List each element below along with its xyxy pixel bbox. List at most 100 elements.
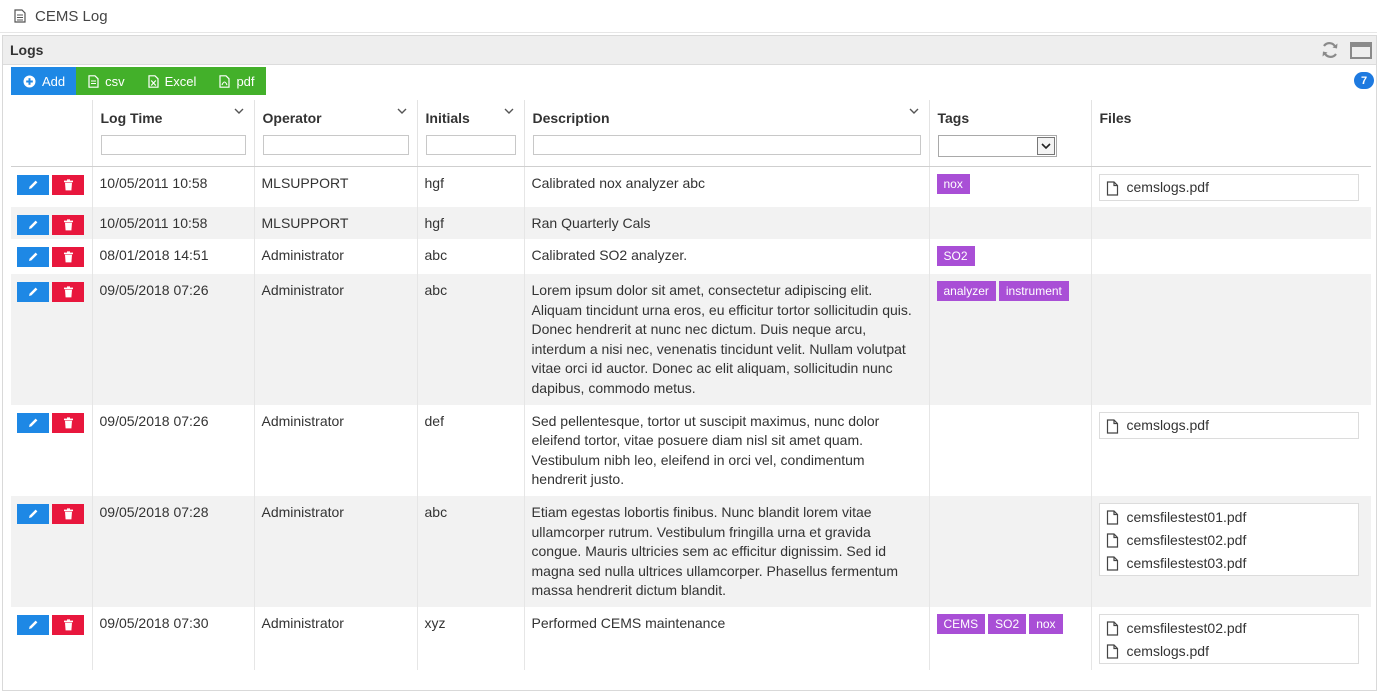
- trash-icon: [63, 619, 73, 631]
- edit-button[interactable]: [17, 247, 49, 268]
- excel-label: Excel: [164, 73, 197, 89]
- log-time-cell: 10/05/2011 10:58: [92, 166, 255, 207]
- description-cell: Sed pellentesque, tortor ut suscipit max…: [524, 404, 930, 497]
- file-link[interactable]: cemsfilestest01.pdf: [1106, 506, 1352, 529]
- log-time-filter-input[interactable]: [100, 135, 246, 155]
- table-row: 09/05/2018 07:30 Administrator xyz Performe…: [11, 607, 1371, 670]
- description-header-label: Description: [532, 110, 610, 126]
- row-actions: [11, 166, 93, 207]
- operator-header-label: Operator: [262, 110, 322, 126]
- edit-button[interactable]: [17, 412, 49, 433]
- tag-badge[interactable]: SO2: [988, 614, 1027, 634]
- export-pdf-button[interactable]: pdf: [207, 67, 266, 95]
- tag-badge[interactable]: nox: [1029, 614, 1063, 634]
- operator-cell: Administrator: [254, 404, 418, 497]
- initials-column-header[interactable]: Initials: [417, 100, 525, 167]
- file-excel-icon: [148, 74, 159, 88]
- file-list: cemslogs.pdf: [1098, 411, 1359, 439]
- pencil-icon: [29, 509, 38, 519]
- file-link[interactable]: cemsfilestest03.pdf: [1106, 552, 1352, 575]
- export-csv-button[interactable]: csv: [76, 67, 136, 95]
- refresh-icon[interactable]: [1320, 41, 1340, 59]
- file-icon: [1106, 510, 1118, 525]
- log-time-cell: 09/05/2018 07:30: [92, 607, 255, 670]
- tags-filter-select[interactable]: [937, 135, 1057, 157]
- record-count-badge: 7: [1354, 72, 1374, 89]
- file-list: cemslogs.pdf: [1098, 173, 1359, 201]
- delete-button[interactable]: [52, 504, 84, 525]
- tags-header-label: Tags: [937, 110, 970, 126]
- file-name: cemsfilestest01.pdf: [1126, 508, 1247, 525]
- table-row: 09/05/2018 07:26 Administrator abc Lorem ip…: [11, 274, 1371, 405]
- tag-badge[interactable]: CEMS: [936, 614, 986, 634]
- export-excel-button[interactable]: Excel: [135, 67, 208, 95]
- delete-button[interactable]: [52, 412, 84, 433]
- add-button-label: Add: [42, 73, 66, 89]
- file-text-icon: [88, 74, 99, 88]
- trash-icon: [63, 417, 73, 429]
- file-link[interactable]: cemslogs.pdf: [1106, 415, 1352, 438]
- edit-button[interactable]: [17, 615, 49, 635]
- delete-button[interactable]: [52, 282, 84, 303]
- description-cell: Performed CEMS maintenance: [524, 607, 930, 670]
- maximize-icon[interactable]: [1350, 41, 1372, 59]
- table-row: 09/05/2018 07:28 Administrator abc Etiam eg…: [11, 496, 1371, 607]
- chevron-down-icon[interactable]: [234, 108, 244, 115]
- initials-cell: hgf: [417, 206, 525, 240]
- tag-badge[interactable]: nox: [936, 173, 970, 194]
- chevron-down-icon[interactable]: [504, 108, 514, 115]
- edit-button[interactable]: [17, 504, 49, 525]
- row-actions: [11, 274, 93, 405]
- delete-button[interactable]: [52, 214, 84, 235]
- edit-button[interactable]: [17, 282, 49, 303]
- initials-cell: hgf: [417, 166, 525, 207]
- file-icon: [1106, 556, 1118, 571]
- tag-badge[interactable]: analyzer: [936, 281, 996, 302]
- delete-button[interactable]: [52, 247, 84, 268]
- log-time-cell: 09/05/2018 07:26: [92, 274, 255, 405]
- initials-cell: abc: [417, 239, 525, 275]
- delete-button[interactable]: [52, 615, 84, 635]
- pencil-icon: [29, 220, 38, 229]
- tags-cell: [929, 404, 1092, 497]
- tag-badge[interactable]: SO2: [936, 246, 975, 267]
- add-button[interactable]: Add: [11, 67, 77, 95]
- operator-column-header[interactable]: Operator: [254, 100, 418, 167]
- edit-button[interactable]: [17, 214, 49, 235]
- table-row: 08/01/2018 14:51 Administrator abc Calibrat…: [11, 239, 1371, 275]
- file-icon: [1106, 419, 1118, 434]
- pencil-icon: [29, 180, 38, 189]
- initials-cell: def: [417, 404, 525, 497]
- file-link[interactable]: cemsfilestest02.pdf: [1106, 529, 1352, 552]
- delete-button[interactable]: [52, 174, 84, 195]
- log-time-cell: 09/05/2018 07:26: [92, 404, 255, 497]
- operator-cell: MLSUPPORT: [254, 206, 418, 240]
- description-filter-input[interactable]: [532, 135, 921, 155]
- operator-filter-input[interactable]: [262, 135, 409, 155]
- tags-cell: [929, 206, 1092, 240]
- files-cell: [1091, 206, 1371, 240]
- actions-column-header: [11, 100, 93, 167]
- tags-column-header: Tags: [929, 100, 1092, 167]
- log-time-cell: 10/05/2011 10:58: [92, 206, 255, 240]
- tags-cell: nox: [929, 166, 1092, 207]
- log-time-column-header[interactable]: Log Time: [92, 100, 255, 167]
- file-name: cemslogs.pdf: [1126, 179, 1209, 196]
- tags-cell: analyzer instrument: [929, 274, 1092, 405]
- description-cell: Lorem ipsum dolor sit amet, consectetur …: [524, 274, 930, 405]
- initials-filter-input[interactable]: [425, 135, 516, 155]
- tag-badge[interactable]: instrument: [998, 281, 1069, 302]
- chevron-down-icon[interactable]: [909, 108, 919, 115]
- window-titlebar: CEMS Log: [0, 0, 1377, 33]
- file-link[interactable]: cemsfilestest02.pdf: [1106, 617, 1352, 640]
- files-cell: cemslogs.pdf: [1091, 166, 1371, 207]
- chevron-down-icon[interactable]: [397, 108, 407, 115]
- operator-cell: Administrator: [254, 274, 418, 405]
- dropdown-arrow-icon[interactable]: [1036, 137, 1055, 155]
- edit-button[interactable]: [17, 174, 49, 195]
- description-column-header[interactable]: Description: [524, 100, 930, 167]
- log-time-header-label: Log Time: [100, 110, 163, 126]
- file-link[interactable]: cemslogs.pdf: [1106, 177, 1352, 200]
- description-cell: Etiam egestas lobortis finibus. Nunc bla…: [524, 496, 930, 607]
- file-link[interactable]: cemslogs.pdf: [1106, 640, 1352, 663]
